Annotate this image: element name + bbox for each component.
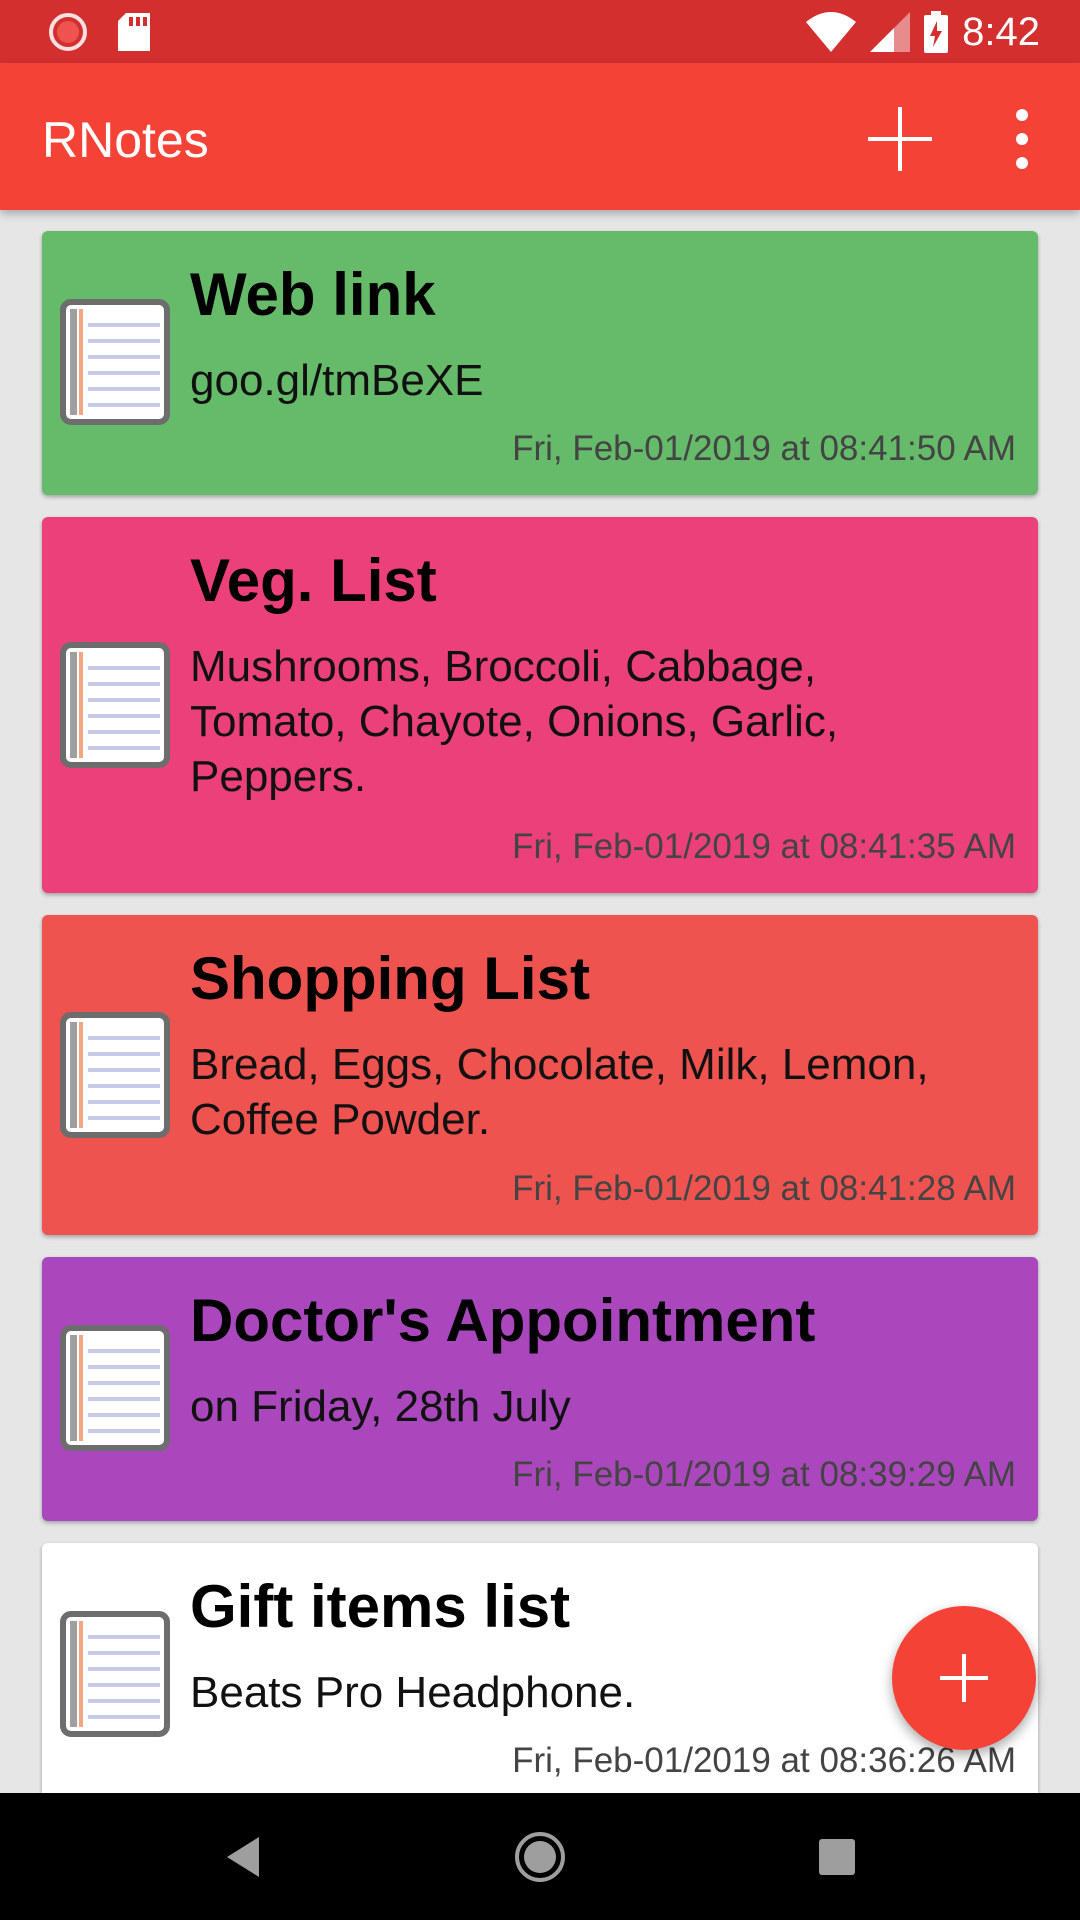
notebook-icon	[60, 1012, 170, 1138]
notebook-icon	[60, 1325, 170, 1451]
note-date: Fri, Feb-01/2019 at 08:41:28 AM	[512, 1169, 1016, 1208]
note-card[interactable]: Veg. List Mushrooms, Broccoli, Cabbage, …	[42, 517, 1038, 893]
note-body-line: on Friday, 28th July	[190, 1382, 571, 1431]
note-title: Web link	[190, 261, 436, 328]
sd-card-icon	[118, 13, 150, 51]
note-body: Beats Pro Headphone.	[190, 1665, 1008, 1720]
home-icon[interactable]	[512, 1829, 568, 1885]
note-body: on Friday, 28th July	[190, 1379, 1008, 1434]
note-date: Fri, Feb-01/2019 at 08:41:35 AM	[512, 827, 1016, 866]
note-body-line: Beats Pro Headphone.	[190, 1668, 636, 1717]
note-body-line: Coffee Powder.	[190, 1095, 491, 1144]
add-icon[interactable]	[860, 99, 940, 179]
add-icon	[940, 1654, 988, 1702]
note-body-line: Bread, Eggs, Chocolate, Milk, Lemon,	[190, 1040, 929, 1089]
app-bar: RNotes	[0, 63, 1080, 210]
note-title: Doctor's Appointment	[190, 1287, 816, 1354]
note-title: Veg. List	[190, 547, 437, 614]
back-icon[interactable]	[215, 1829, 271, 1885]
note-title: Shopping List	[190, 945, 590, 1012]
note-body: goo.gl/tmBeXE	[190, 353, 1008, 408]
note-body: Mushrooms, Broccoli, Cabbage, Tomato, Ch…	[190, 639, 1008, 804]
wifi-icon	[806, 12, 857, 52]
notebook-icon	[60, 299, 170, 425]
add-note-fab[interactable]	[892, 1606, 1036, 1750]
note-card[interactable]: Doctor's Appointment on Friday, 28th Jul…	[42, 1257, 1038, 1521]
status-bar: 8:42	[0, 0, 1080, 63]
note-body-line: Tomato, Chayote, Onions, Garlic,	[190, 697, 839, 746]
note-body-line: Peppers.	[190, 752, 367, 801]
notebook-icon	[60, 1611, 170, 1737]
note-date: Fri, Feb-01/2019 at 08:41:50 AM	[512, 429, 1016, 468]
notebook-icon	[60, 642, 170, 768]
note-card[interactable]: Shopping List Bread, Eggs, Chocolate, Mi…	[42, 915, 1038, 1235]
note-body-line: goo.gl/tmBeXE	[190, 356, 484, 405]
notes-list[interactable]: Web link goo.gl/tmBeXE Fri, Feb-01/2019 …	[0, 210, 1080, 1793]
overflow-menu-icon[interactable]	[1000, 103, 1044, 175]
loading-icon	[49, 13, 87, 51]
recents-icon[interactable]	[809, 1829, 865, 1885]
note-card[interactable]: Web link goo.gl/tmBeXE Fri, Feb-01/2019 …	[42, 231, 1038, 495]
app-title: RNotes	[42, 112, 209, 168]
note-body: Bread, Eggs, Chocolate, Milk, Lemon, Cof…	[190, 1037, 1008, 1147]
system-nav-bar	[0, 1793, 1080, 1920]
note-card[interactable]: Gift items list Beats Pro Headphone. Fri…	[42, 1543, 1038, 1793]
battery-charging-icon	[924, 11, 949, 53]
note-body-line: Mushrooms, Broccoli, Cabbage,	[190, 642, 817, 691]
note-date: Fri, Feb-01/2019 at 08:39:29 AM	[512, 1455, 1016, 1494]
status-clock: 8:42	[962, 9, 1040, 54]
signal-icon	[870, 12, 911, 52]
